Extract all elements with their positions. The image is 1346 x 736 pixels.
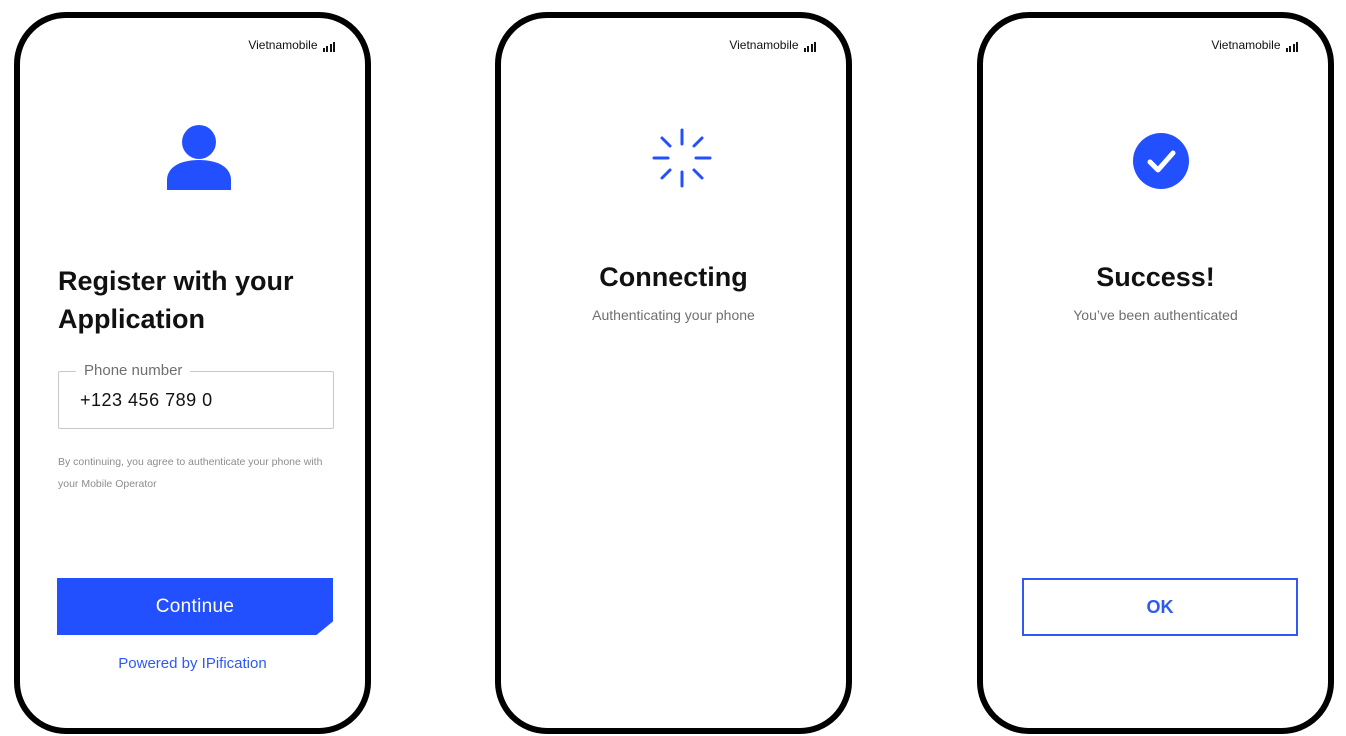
- phone-number-input[interactable]: +123 456 789 0: [80, 390, 213, 411]
- consent-text: By continuing, you agree to authenticate…: [58, 456, 323, 490]
- carrier-name: Vietnamobile: [1211, 38, 1281, 52]
- phone-register-screen: Vietnamobile Register with your Applicat…: [14, 12, 371, 734]
- check-circle-icon: [1133, 133, 1189, 189]
- user-icon: [167, 125, 231, 190]
- auth-flow-stage: Vietnamobile Register with your Applicat…: [0, 0, 1346, 736]
- connecting-subtitle: Authenticating your phone: [592, 307, 755, 323]
- success-subtitle: You’ve been authenticated: [1073, 307, 1238, 323]
- carrier-name: Vietnamobile: [729, 38, 799, 52]
- continue-button[interactable]: Continue: [57, 578, 333, 635]
- signal-bars-icon: [322, 42, 335, 52]
- phone-number-field[interactable]: Phone number +123 456 789 0: [58, 362, 334, 429]
- status-bar: Vietnamobile: [1211, 38, 1298, 52]
- signal-bars-icon: [1285, 42, 1298, 52]
- phone-connecting-screen: Vietnamobile Connecting Authenticating y…: [495, 12, 852, 734]
- powered-by-link[interactable]: Powered by IPification: [20, 655, 365, 672]
- ok-button[interactable]: OK: [1022, 578, 1298, 636]
- page-title: Register with your Application: [58, 266, 294, 334]
- loading-spinner-icon: [652, 128, 712, 188]
- connecting-title: Connecting: [599, 262, 748, 292]
- signal-bars-icon: [803, 42, 816, 52]
- success-title: Success!: [1096, 262, 1215, 292]
- phone-success-screen: Vietnamobile Success! You’ve been authen…: [977, 12, 1334, 734]
- status-bar: Vietnamobile: [248, 38, 335, 52]
- carrier-name: Vietnamobile: [248, 38, 318, 52]
- status-bar: Vietnamobile: [729, 38, 816, 52]
- phone-number-label: Phone number: [76, 362, 191, 379]
